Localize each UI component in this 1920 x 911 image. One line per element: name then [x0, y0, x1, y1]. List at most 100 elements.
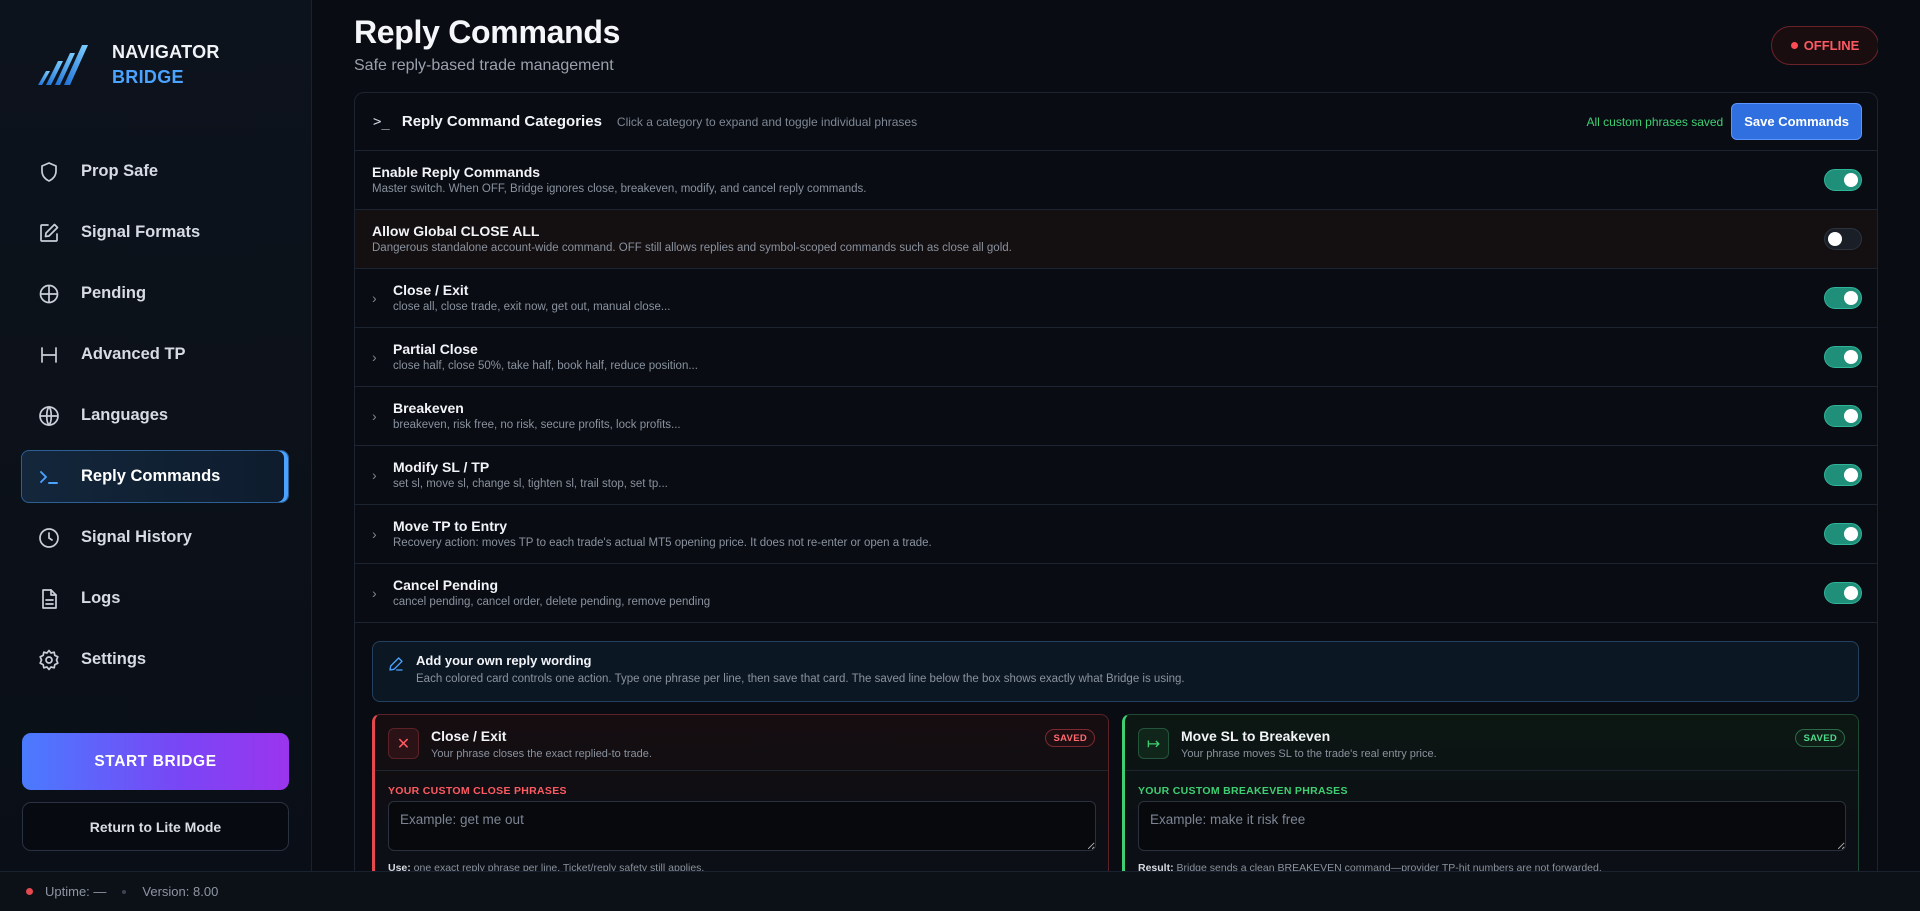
category-partial-close[interactable]: › Partial Close close half, close 50%, t…: [355, 328, 1877, 387]
category-breakeven[interactable]: › Breakeven breakeven, risk free, no ris…: [355, 387, 1877, 446]
navigator-logo-icon: [38, 45, 88, 85]
move-tp-to-entry-toggle[interactable]: [1824, 523, 1862, 545]
sidebar-item-languages[interactable]: Languages: [21, 389, 289, 442]
category-cancel-pending[interactable]: › Cancel Pending cancel pending, cancel …: [355, 564, 1877, 623]
sidebar-item-advanced-tp[interactable]: Advanced TP: [21, 328, 289, 381]
saved-badge: SAVED: [1045, 729, 1095, 747]
panel-title: Reply Command Categories: [401, 113, 602, 130]
edit-icon: [40, 223, 59, 242]
custom-phrases-label: YOUR CUSTOM BREAKEVEN PHRASES: [1138, 785, 1348, 797]
info-title: Add your own reply wording: [416, 653, 592, 668]
enable-reply-commands-toggle[interactable]: [1824, 169, 1862, 191]
split-icon: [41, 346, 57, 363]
row-description: set sl, move sl, change sl, tighten sl, …: [393, 477, 668, 490]
page-subtitle: Safe reply-based trade management: [354, 57, 614, 74]
start-bridge-button[interactable]: START BRIDGE: [22, 733, 289, 790]
row-description: Recovery action: moves TP to each trade'…: [393, 536, 932, 549]
status-badge-label: OFFLINE: [1803, 38, 1860, 53]
close-icon: ✕: [388, 728, 419, 759]
sidebar-item-label: Advanced TP: [81, 345, 186, 363]
sidebar-item-prop-safe[interactable]: Prop Safe: [21, 145, 289, 198]
sidebar-item-label: Reply Commands: [81, 467, 221, 485]
custom-phrases-label: YOUR CUSTOM CLOSE PHRASES: [388, 785, 567, 797]
sidebar-item-label: Signal History: [81, 528, 192, 546]
allow-global-close-all-toggle[interactable]: [1824, 228, 1862, 250]
sidebar-item-label: Pending: [81, 284, 147, 302]
main-content: Reply Commands Safe reply-based trade ma…: [354, 0, 1878, 871]
save-commands-button[interactable]: Save Commands: [1731, 103, 1862, 140]
custom-wording-info: Add your own reply wording Each colored …: [372, 641, 1859, 702]
sidebar-item-label: Prop Safe: [81, 162, 159, 180]
pencil-icon: [389, 657, 403, 671]
row-title: Enable Reply Commands: [372, 163, 541, 180]
sidebar-nav: Prop Safe Signal Formats Pending Advance…: [21, 145, 289, 694]
saved-message: All custom phrases saved: [1586, 114, 1724, 129]
chevron-right-icon: ›: [372, 467, 377, 483]
footer-text: Bridge sends a clean BREAKEVEN command—p…: [1173, 862, 1602, 871]
brand: NAVIGATOR BRIDGE: [36, 40, 220, 90]
close-phrases-input[interactable]: [388, 801, 1096, 851]
info-description: Each colored card controls one action. T…: [416, 673, 1185, 685]
brand-name: NAVIGATOR: [112, 42, 220, 62]
panel-header: >_ Reply Command Categories Click a cate…: [355, 93, 1877, 151]
sidebar-item-signal-formats[interactable]: Signal Formats: [21, 206, 289, 259]
version-text: Version: 8.00: [142, 884, 219, 899]
chevron-right-icon: ›: [372, 349, 377, 365]
sidebar-item-reply-commands[interactable]: Reply Commands: [21, 450, 289, 503]
terminal-icon: [40, 470, 58, 484]
chevron-right-icon: ›: [372, 526, 377, 542]
gear-icon: [39, 649, 59, 670]
sidebar: NAVIGATOR BRIDGE Prop Safe Signal Format…: [0, 0, 312, 871]
uptime-text: Uptime: —: [45, 884, 107, 899]
return-lite-mode-button[interactable]: Return to Lite Mode: [22, 802, 289, 851]
footer-key: Result:: [1138, 862, 1174, 871]
saved-badge: SAVED: [1795, 729, 1845, 747]
category-move-tp-to-entry[interactable]: › Move TP to Entry Recovery action: move…: [355, 505, 1877, 564]
category-close-exit[interactable]: › Close / Exit close all, close trade, e…: [355, 269, 1877, 328]
card-description: Your phrase moves SL to the trade's real…: [1181, 748, 1437, 760]
close-exit-card: ✕ Close / Exit Your phrase closes the ex…: [372, 714, 1109, 871]
reply-command-panel: >_ Reply Command Categories Click a cate…: [354, 92, 1878, 871]
footer-key: Use:: [388, 862, 411, 871]
card-footer: Use: one exact reply phrase per line. Ti…: [388, 862, 704, 871]
connection-status-dot: [26, 888, 33, 895]
modify-sl-tp-toggle[interactable]: [1824, 464, 1862, 486]
row-title: Close / Exit: [393, 281, 469, 298]
row-description: cancel pending, cancel order, delete pen…: [393, 595, 711, 608]
arrow-to-line-icon: ↦: [1138, 728, 1169, 759]
sidebar-item-label: Logs: [81, 589, 121, 607]
cancel-pending-toggle[interactable]: [1824, 582, 1862, 604]
row-title: Partial Close: [393, 340, 478, 357]
card-title: Close / Exit: [431, 728, 507, 744]
row-description: close half, close 50%, take half, book h…: [393, 359, 698, 372]
category-modify-sl-tp[interactable]: › Modify SL / TP set sl, move sl, change…: [355, 446, 1877, 505]
row-description: breakeven, risk free, no risk, secure pr…: [393, 418, 681, 431]
card-header: ✕ Close / Exit Your phrase closes the ex…: [375, 715, 1108, 771]
close-exit-toggle[interactable]: [1824, 287, 1862, 309]
panel-hint: Click a category to expand and toggle in…: [616, 114, 918, 129]
chevron-right-icon: ›: [372, 408, 377, 424]
row-description: Master switch. When OFF, Bridge ignores …: [372, 182, 867, 195]
sidebar-item-label: Signal Formats: [81, 223, 201, 241]
breakeven-phrases-input[interactable]: [1138, 801, 1846, 851]
sidebar-item-settings[interactable]: Settings: [21, 633, 289, 686]
row-title: Move TP to Entry: [393, 517, 508, 534]
sidebar-item-logs[interactable]: Logs: [21, 572, 289, 625]
row-description: Dangerous standalone account-wide comman…: [372, 241, 1012, 254]
partial-close-toggle[interactable]: [1824, 346, 1862, 368]
row-title: Allow Global CLOSE ALL: [372, 222, 540, 239]
crosshair-icon: [39, 284, 59, 303]
status-badge: OFFLINE: [1771, 26, 1878, 65]
clock-icon: [39, 527, 59, 548]
chevron-right-icon: ›: [372, 290, 377, 306]
row-title: Breakeven: [393, 399, 464, 416]
sidebar-item-signal-history[interactable]: Signal History: [21, 511, 289, 564]
sidebar-item-label: Settings: [81, 650, 147, 668]
sidebar-item-pending[interactable]: Pending: [21, 267, 289, 320]
file-icon: [42, 588, 57, 609]
breakeven-toggle[interactable]: [1824, 405, 1862, 427]
chevron-right-icon: ›: [372, 585, 377, 601]
breakeven-card: ↦ Move SL to Breakeven Your phrase moves…: [1122, 714, 1859, 871]
row-enable-reply-commands: Enable Reply Commands Master switch. Whe…: [355, 151, 1877, 210]
status-bar: Uptime: — Version: 8.00: [0, 871, 1920, 911]
